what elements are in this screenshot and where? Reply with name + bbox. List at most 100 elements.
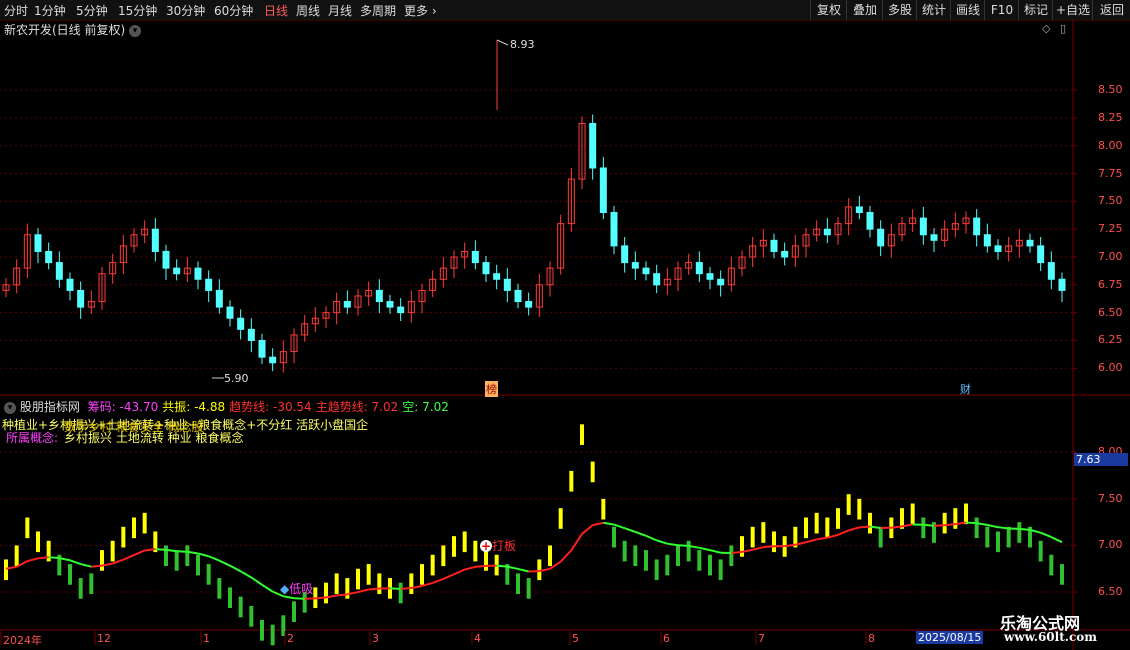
trend-line: [357, 588, 369, 594]
trend-line: [1019, 527, 1031, 531]
date-label: 5: [572, 632, 579, 645]
indicator-bar: [985, 526, 990, 548]
candle-body: [397, 306, 405, 314]
indicator-bar: [548, 545, 552, 567]
watermark-url: www.60lt.com: [1004, 630, 1097, 644]
stock-title: 新农开发(日线 前复权): [4, 23, 126, 37]
indicator-bar: [516, 573, 520, 595]
candle-body: [55, 262, 63, 280]
indicator-bar: [366, 564, 371, 585]
trend-line: [144, 548, 156, 552]
indicator-bar: [270, 624, 275, 646]
candle-body: [589, 122, 597, 169]
indicator-name[interactable]: 股朋指标网: [20, 400, 80, 414]
y-tick-label: 8.50: [1098, 83, 1123, 97]
indicator-bar: [100, 550, 104, 571]
indicator-bar: [174, 550, 179, 571]
indicator-bar: [921, 517, 926, 539]
candle-body: [151, 228, 159, 252]
candle-body: [514, 289, 522, 303]
indicator-bar: [260, 620, 264, 641]
date-label: 1: [203, 632, 210, 645]
indicator-bar: [836, 508, 840, 529]
indicator-bar: [686, 540, 691, 562]
y-tick-label: 6.75: [1098, 277, 1123, 291]
candle-body: [45, 250, 53, 264]
candle-body: [706, 273, 714, 280]
rank-marker[interactable]: 榜: [485, 381, 498, 397]
y-tick-label: 7.50: [1098, 491, 1123, 505]
finance-marker[interactable]: 财: [960, 381, 971, 397]
trend-line: [570, 533, 583, 551]
indicator-bar: [89, 573, 94, 595]
trend-line: [869, 525, 881, 529]
trend-line: [464, 565, 476, 571]
indicator-bar: [953, 508, 958, 529]
indicator-bar: [910, 503, 915, 525]
indicator-bar: [772, 531, 776, 553]
indicator-bar: [25, 517, 30, 539]
indicator-header: ▾ 股朋指标网 筹码: -43.70 共振: -4.88 趋势线: -30.54 主趋…: [4, 398, 449, 415]
chevron-down-icon[interactable]: ▾: [129, 24, 142, 37]
trend-line: [997, 526, 1009, 530]
candle-body: [1058, 278, 1066, 291]
date-label: 8: [868, 632, 875, 645]
y-tick-label: 6.50: [1098, 305, 1123, 319]
trend-line: [368, 587, 380, 591]
candle-body: [215, 289, 223, 308]
indicator-bar: [1006, 526, 1011, 548]
indicator-bar: [708, 554, 712, 576]
kline-chart-canvas[interactable]: [0, 0, 1130, 650]
indicator-bar: [580, 424, 584, 445]
indicator-bar: [324, 582, 328, 604]
diamond-icon[interactable]: ◇: [1042, 22, 1050, 35]
trend-line: [155, 548, 167, 551]
y-tick-label: 6.00: [1098, 361, 1123, 375]
board-signal-label: 打板: [492, 539, 517, 553]
panel-toggle-icon[interactable]: ▯: [1060, 22, 1066, 35]
candle-body: [194, 267, 202, 280]
indicator-bar: [249, 606, 254, 627]
indicator-bar: [857, 498, 862, 520]
candle-body: [599, 167, 607, 213]
candle-body: [471, 250, 479, 264]
candle-body: [482, 262, 490, 275]
indicator-bar: [612, 526, 616, 548]
indicator-bar: [964, 503, 968, 525]
candle-body: [642, 267, 650, 275]
indicator-bar: [569, 470, 574, 492]
indicator-bar: [868, 512, 872, 534]
indicator-bar: [196, 554, 200, 576]
indicator-bar: [825, 517, 830, 539]
candle-body: [855, 206, 863, 214]
trend-line: [656, 539, 668, 545]
indicator-bar: [1060, 564, 1064, 585]
candle-body: [823, 228, 831, 236]
indicator-bar: [622, 540, 627, 562]
trend-line: [709, 549, 721, 554]
candle-body: [717, 278, 725, 286]
indicator-bar: [846, 494, 851, 515]
candle-body: [631, 262, 639, 269]
trend-line: [37, 556, 49, 560]
indicator-bar: [740, 536, 744, 557]
candle-body: [493, 273, 501, 280]
candle-body: [653, 273, 661, 286]
candle-body: [173, 267, 181, 275]
trend-line: [784, 543, 796, 548]
buy-signal: ◆低吸: [280, 580, 313, 597]
y-tick-label: 7.25: [1098, 222, 1123, 236]
trend-line: [389, 587, 401, 590]
y-tick-label: 7.50: [1098, 194, 1123, 208]
indicator-bar: [430, 554, 435, 576]
candle-body: [1047, 262, 1055, 280]
trend-line: [122, 554, 135, 561]
indicator-bar: [537, 559, 542, 581]
chevron-down-icon[interactable]: ▾: [4, 401, 16, 414]
trend-line: [80, 563, 92, 568]
date-label: 2024年: [3, 634, 42, 647]
date-label: 6: [663, 632, 670, 645]
current-date-badge: 2025/08/15: [916, 631, 984, 644]
board-signal: +打板: [480, 537, 516, 554]
trend-line: [517, 567, 529, 573]
